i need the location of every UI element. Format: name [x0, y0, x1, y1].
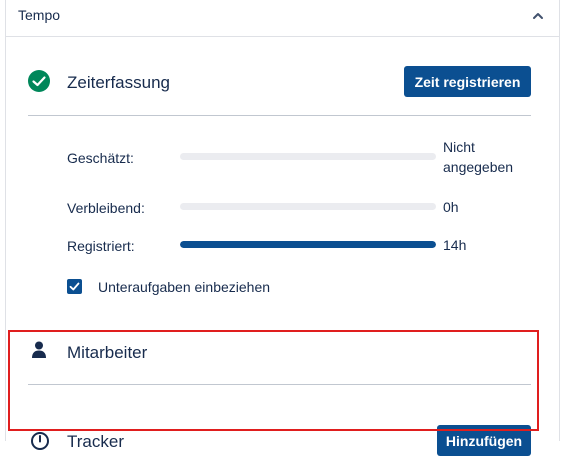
staff-divider — [28, 384, 531, 385]
include-subtasks-label: Unteraufgaben einbeziehen — [98, 279, 271, 295]
estimated-value: Nicht angegeben — [443, 139, 514, 175]
tempo-panel: Tempo Zeiterfassung Zeit registrieren Ge… — [5, 0, 560, 456]
clock-icon — [31, 432, 49, 450]
panel-header[interactable]: Tempo — [6, 0, 559, 37]
remaining-value: 0h — [443, 199, 459, 215]
include-subtasks-checkbox[interactable] — [67, 279, 82, 294]
chevron-up-icon[interactable] — [531, 9, 545, 23]
estimated-label: Geschätzt: — [67, 150, 134, 166]
log-time-button[interactable]: Zeit registrieren — [404, 66, 531, 97]
logged-value: 14h — [443, 237, 467, 253]
logged-progress-bar — [180, 241, 436, 248]
person-icon — [32, 341, 46, 358]
staff-title: Mitarbeiter — [67, 343, 148, 362]
tracker-title: Tracker — [67, 432, 124, 451]
time-tracking-title: Zeiterfassung — [67, 73, 170, 92]
logged-label: Registriert: — [67, 238, 135, 254]
check-circle-icon — [28, 70, 50, 92]
remaining-label: Verbleibend: — [67, 200, 145, 216]
time-tracking-divider — [28, 115, 531, 116]
logged-progress-fill — [180, 241, 436, 248]
checkmark-icon — [69, 282, 80, 291]
estimated-progress-bar — [180, 153, 436, 160]
panel-title: Tempo — [18, 7, 61, 23]
remaining-progress-bar — [180, 203, 436, 210]
